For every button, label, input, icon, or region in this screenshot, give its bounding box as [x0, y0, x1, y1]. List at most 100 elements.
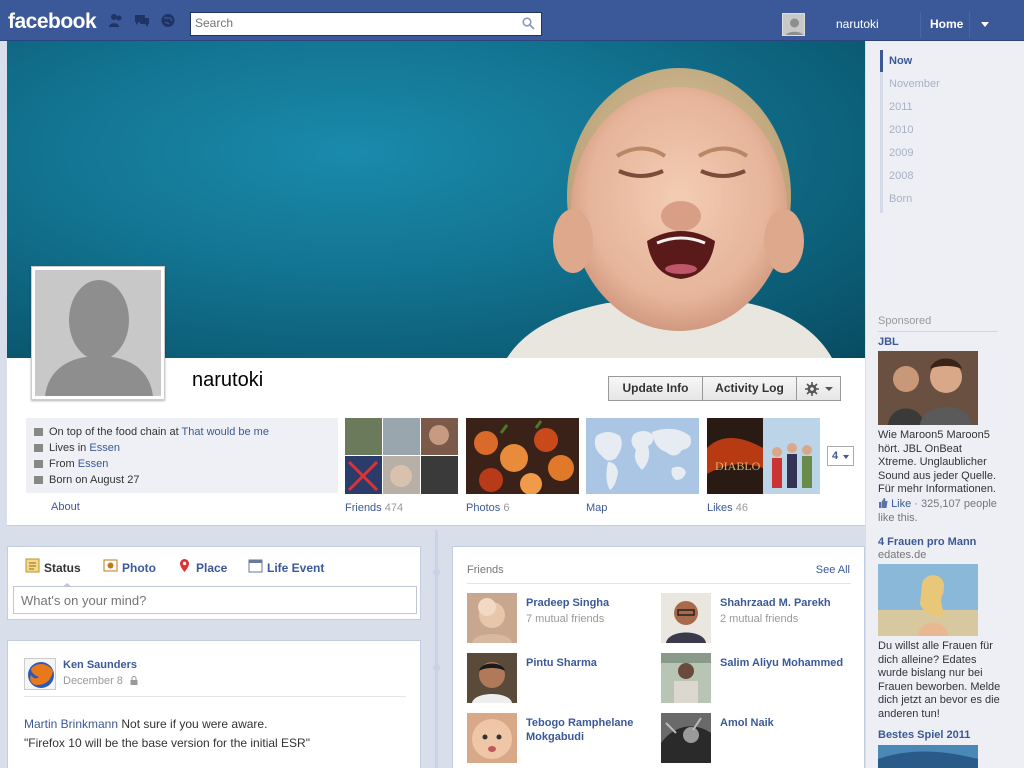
activity-log-button[interactable]: Activity Log — [702, 376, 797, 401]
more-apps-button[interactable]: 4 — [827, 446, 854, 466]
timeline-nav-now[interactable]: Now — [889, 55, 912, 67]
tab-life-event[interactable]: Life Event — [267, 561, 324, 575]
thumbs-up-icon[interactable] — [878, 498, 888, 508]
friend-item[interactable]: Amol Naik — [661, 713, 851, 765]
post-author-name[interactable]: Ken Saunders — [63, 659, 137, 671]
topbar-user-name[interactable]: narutoki — [836, 17, 879, 31]
photos-thumb-label[interactable]: Photos 6 — [466, 502, 509, 514]
timeline-nav-2010[interactable]: 2010 — [889, 124, 913, 136]
more-apps-count: 4 — [832, 450, 839, 462]
timeline-post: Ken Saunders December 8 Martin Brinkmann… — [7, 640, 421, 768]
search-input[interactable] — [191, 13, 511, 33]
messages-icon[interactable] — [134, 13, 150, 28]
tab-place[interactable]: Place — [196, 561, 227, 575]
friend-name[interactable]: Salim Aliyu Mohammed — [720, 656, 850, 670]
ad-text[interactable]: Wie Maroon5 Maroon5 hört. JBL OnBeat Xtr… — [878, 429, 1003, 497]
ad-image[interactable] — [878, 564, 978, 636]
notifications-globe-icon[interactable] — [160, 13, 176, 28]
friend-item[interactable]: Shahrzaad M. Parekh 2 mutual friends — [661, 593, 851, 645]
lives-link[interactable]: Essen — [89, 442, 120, 454]
friend-item[interactable]: Tebogo Ramphelane Mokgabudi — [467, 713, 657, 765]
friend-mutual-count[interactable]: 2 mutual friends — [720, 613, 798, 625]
timeline-nav-2008[interactable]: 2008 — [889, 170, 913, 182]
likes-thumbnail[interactable]: DIABLO — [707, 418, 820, 494]
tab-photo[interactable]: Photo — [122, 561, 156, 575]
status-input[interactable] — [13, 586, 417, 614]
friend-item[interactable]: Salim Aliyu Mohammed — [661, 653, 851, 705]
update-info-button[interactable]: Update Info — [608, 376, 703, 401]
ad-title[interactable]: Bestes Spiel 2011 — [878, 729, 970, 741]
sponsored-divider — [878, 331, 998, 332]
settings-gear-button[interactable] — [796, 376, 841, 401]
avatar[interactable] — [782, 13, 805, 36]
friends-box: Friends See All Pradeep Singha 7 mutual … — [452, 546, 865, 768]
friend-photo[interactable] — [661, 593, 711, 643]
ad-like-link[interactable]: Like — [891, 498, 911, 510]
timeline-nav-2009[interactable]: 2009 — [889, 147, 913, 159]
post-author-avatar[interactable] — [24, 658, 56, 690]
friends-thumbnail[interactable] — [345, 418, 458, 494]
privacy-lock-icon[interactable] — [130, 676, 138, 685]
facebook-logo[interactable]: facebook — [8, 10, 97, 34]
about-link[interactable]: About — [51, 501, 80, 513]
search-icon[interactable] — [522, 17, 535, 30]
profile-picture[interactable] — [31, 266, 165, 400]
friend-name[interactable]: Tebogo Ramphelane Mokgabudi — [526, 716, 656, 744]
friend-name[interactable]: Amol Naik — [720, 716, 850, 730]
from-link[interactable]: Essen — [78, 458, 109, 470]
friend-requests-icon[interactable] — [108, 13, 124, 28]
home-link[interactable]: Home — [930, 17, 963, 31]
friends-thumb-text[interactable]: Friends — [345, 502, 382, 514]
info-lives-text: Lives in — [49, 442, 90, 454]
ad-image[interactable] — [878, 745, 978, 768]
timeline-nav-active-indicator — [880, 50, 883, 72]
info-lives: Lives in Essen — [49, 442, 120, 454]
friend-photo[interactable] — [467, 593, 517, 643]
home-building-icon — [34, 444, 43, 452]
map-thumb-label[interactable]: Map — [586, 502, 607, 514]
place-pin-icon — [180, 559, 189, 572]
post-mention-link[interactable]: Martin Brinkmann — [24, 717, 118, 731]
info-born: Born on August 27 — [49, 474, 140, 486]
info-from: From Essen — [49, 458, 108, 470]
friend-photo[interactable] — [661, 653, 711, 703]
tab-status[interactable]: Status — [44, 561, 81, 575]
friend-photo[interactable] — [661, 713, 711, 763]
friend-mutual-count[interactable]: 7 mutual friends — [526, 613, 604, 625]
friend-name[interactable]: Pintu Sharma — [526, 656, 656, 670]
friends-box-title[interactable]: Friends — [467, 564, 504, 576]
chevron-down-icon — [843, 455, 849, 459]
map-thumb-text[interactable]: Map — [586, 502, 607, 514]
ad-text[interactable]: Du willst alle Frauen für dich alleine? … — [878, 640, 1003, 721]
post-date-text[interactable]: December 8 — [63, 675, 123, 687]
ad-domain[interactable]: edates.de — [878, 549, 926, 561]
search-box[interactable] — [190, 12, 542, 36]
photos-thumb-text[interactable]: Photos — [466, 502, 500, 514]
timeline-nav-november[interactable]: November — [889, 78, 940, 90]
work-link[interactable]: That would be me — [182, 426, 269, 438]
ad-title[interactable]: JBL — [878, 336, 899, 348]
photos-thumbnail[interactable] — [466, 418, 579, 494]
see-all-link[interactable]: See All — [816, 564, 850, 576]
ad-image[interactable] — [878, 351, 978, 425]
ad-title[interactable]: 4 Frauen pro Mann — [878, 536, 976, 548]
likes-thumb-label[interactable]: Likes 46 — [707, 502, 748, 514]
timeline-spine — [435, 530, 438, 768]
friend-photo[interactable] — [467, 653, 517, 703]
map-thumbnail[interactable] — [586, 418, 699, 494]
timeline-nav-2011[interactable]: 2011 — [889, 101, 913, 113]
post-body: Martin Brinkmann Not sure if you were aw… — [24, 715, 414, 753]
friend-photo[interactable] — [467, 713, 517, 763]
info-work: On top of the food chain at That would b… — [49, 426, 269, 438]
timeline-nav-born[interactable]: Born — [889, 193, 912, 205]
friends-thumb-label[interactable]: Friends 474 — [345, 502, 403, 514]
likes-thumb-text[interactable]: Likes — [707, 502, 733, 514]
friend-item[interactable]: Pradeep Singha 7 mutual friends — [467, 593, 657, 645]
account-menu-chevron-down-icon[interactable] — [981, 22, 989, 27]
info-from-text: From — [49, 458, 78, 470]
friend-name[interactable]: Shahrzaad M. Parekh — [720, 596, 850, 610]
friends-count: 474 — [384, 502, 404, 514]
friend-name[interactable]: Pradeep Singha — [526, 596, 656, 610]
post-date[interactable]: December 8 — [63, 675, 138, 687]
friend-item[interactable]: Pintu Sharma — [467, 653, 657, 705]
